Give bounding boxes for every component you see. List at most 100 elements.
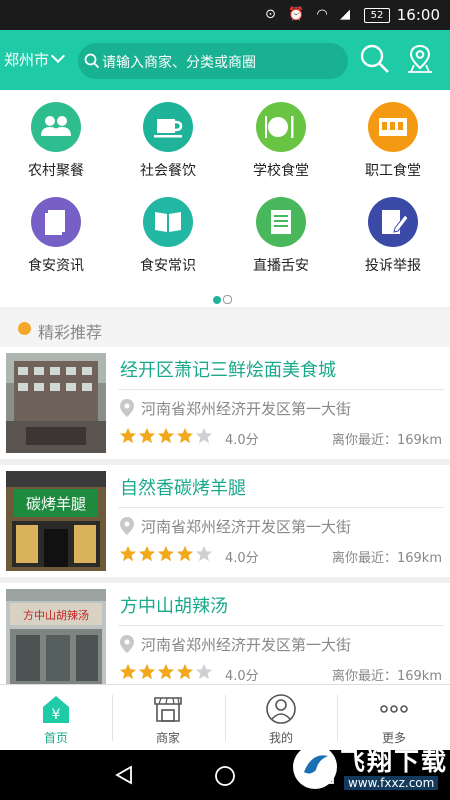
category-label: 职工食堂 xyxy=(365,163,421,179)
clock: 16:00 xyxy=(396,6,440,24)
category-rural-dining[interactable]: 农村聚餐 xyxy=(0,102,112,180)
distance: 离你最近：169km xyxy=(331,551,442,566)
category-school-canteen[interactable]: 学校食堂 xyxy=(225,102,337,180)
listing-item[interactable]: 方中山胡辣汤 方中山胡辣汤 河南省郑州经济开发区第一大街 4.0分 离你最近：1… xyxy=(0,583,450,684)
listing-name: 经开区萧记三鲜烩面美食城 xyxy=(120,360,336,381)
star-rating xyxy=(119,663,214,685)
cup-icon xyxy=(143,102,193,152)
watermark-logo-icon xyxy=(293,745,337,789)
star-filled-icon xyxy=(176,545,194,562)
tab-label: 首页 xyxy=(43,731,68,745)
category-label: 农村聚餐 xyxy=(28,163,84,179)
svg-text:¥: ¥ xyxy=(52,707,61,723)
chevron-down-icon xyxy=(50,48,66,64)
search-input[interactable]: 请输入商家、分类或商圈 xyxy=(78,43,348,79)
star-filled-icon xyxy=(119,663,137,680)
star-filled-icon xyxy=(138,545,156,562)
location-pin-icon xyxy=(120,517,134,535)
user-icon xyxy=(266,694,296,724)
listing-name: 自然香碳烤羊腿 xyxy=(120,478,246,499)
watermark: 飞翔下载 www.fxxz.com xyxy=(290,738,450,800)
address-text: 河南省郑州经济开发区第一大街 xyxy=(141,400,352,418)
divider xyxy=(118,389,444,390)
category-label: 社会餐饮 xyxy=(140,163,196,179)
rating-score: 4.0分 xyxy=(225,669,259,684)
search-icon xyxy=(84,53,100,69)
divider xyxy=(118,507,444,508)
star-filled-icon xyxy=(119,427,137,444)
storefront-image xyxy=(6,353,106,453)
category-label: 学校食堂 xyxy=(253,163,309,179)
sign-text: 碳烤羊腿 xyxy=(26,495,86,513)
section-title: 精彩推荐 xyxy=(38,323,103,342)
watermark-url: www.fxxz.com xyxy=(344,776,439,790)
home-button[interactable] xyxy=(214,765,236,787)
people-icon xyxy=(31,102,81,152)
star-filled-icon xyxy=(157,545,175,562)
star-filled-icon xyxy=(157,663,175,680)
tab-home[interactable]: ¥ 首页 xyxy=(0,685,112,751)
category-grid: 农村聚餐 社会餐饮 学校食堂 职工食堂 食安资讯 食安常识 直播舌安 投诉举报 xyxy=(0,90,450,307)
star-rating xyxy=(119,545,214,567)
status-bar: ⊙ ⏰ ◠ ◢ 52 16:00 xyxy=(0,0,450,30)
category-social-dining[interactable]: 社会餐饮 xyxy=(112,102,224,180)
list-icon xyxy=(256,197,306,247)
home-icon: ¥ xyxy=(43,696,69,723)
search-button[interactable] xyxy=(358,42,392,76)
section-header: 精彩推荐 xyxy=(0,311,450,347)
listing-item[interactable]: 经开区萧记三鲜烩面美食城 河南省郑州经济开发区第一大街 4.0分 离你最近：16… xyxy=(0,347,450,459)
listing-address: 河南省郑州经济开发区第一大街 xyxy=(120,516,351,537)
location-pin-icon xyxy=(120,635,134,653)
category-live-broadcast[interactable]: 直播舌安 xyxy=(225,197,337,275)
distance: 离你最近：169km xyxy=(331,669,442,684)
listing-address: 河南省郑州经济开发区第一大街 xyxy=(120,634,351,655)
listing-item[interactable]: 碳烤羊腿 自然香碳烤羊腿 河南省郑州经济开发区第一大街 4.0分 离你最近：16… xyxy=(0,465,450,577)
page-indicator xyxy=(213,289,234,308)
back-button[interactable] xyxy=(114,765,134,785)
category-label: 投诉举报 xyxy=(365,258,421,274)
watermark-text: 飞翔下载 xyxy=(340,747,449,776)
star-empty-icon xyxy=(195,545,213,562)
page-dot-active xyxy=(213,296,221,304)
category-food-safety-knowledge[interactable]: 食安常识 xyxy=(112,197,224,275)
star-rating xyxy=(119,427,214,449)
more-icon xyxy=(380,705,408,713)
address-text: 河南省郑州经济开发区第一大街 xyxy=(141,636,352,654)
storefront-image: 碳烤羊腿 xyxy=(6,471,106,571)
listing-address: 河南省郑州经济开发区第一大街 xyxy=(120,398,351,419)
star-filled-icon xyxy=(176,427,194,444)
top-header: 郑州市 请输入商家、分类或商圈 xyxy=(0,30,450,90)
canteen-icon xyxy=(368,102,418,152)
search-placeholder: 请输入商家、分类或商圈 xyxy=(102,55,256,71)
report-icon xyxy=(368,197,418,247)
battery-icon: 52 xyxy=(364,8,390,23)
star-filled-icon xyxy=(138,663,156,680)
listing-name: 方中山胡辣汤 xyxy=(120,596,228,617)
category-staff-canteen[interactable]: 职工食堂 xyxy=(337,102,449,180)
category-label: 直播舌安 xyxy=(253,258,309,274)
status-icons: ⊙ ⏰ ◠ ◢ xyxy=(265,7,354,22)
location-button[interactable] xyxy=(403,42,437,76)
rating-score: 4.0分 xyxy=(225,433,259,448)
city-selector[interactable]: 郑州市 xyxy=(4,48,66,70)
location-pin-icon xyxy=(120,399,134,417)
document-icon xyxy=(31,197,81,247)
tab-label: 商家 xyxy=(155,731,180,745)
plate-icon xyxy=(256,102,306,152)
book-icon xyxy=(143,197,193,247)
star-filled-icon xyxy=(157,427,175,444)
distance: 离你最近：169km xyxy=(331,433,442,448)
category-label: 食安常识 xyxy=(140,258,196,274)
section-dot xyxy=(18,322,31,335)
star-empty-icon xyxy=(195,427,213,444)
divider xyxy=(118,625,444,626)
category-food-safety-news[interactable]: 食安资讯 xyxy=(0,197,112,275)
star-filled-icon xyxy=(119,545,137,562)
star-filled-icon xyxy=(176,663,194,680)
category-label: 食安资讯 xyxy=(28,258,84,274)
address-text: 河南省郑州经济开发区第一大街 xyxy=(141,518,352,536)
category-complaint-report[interactable]: 投诉举报 xyxy=(337,197,449,275)
tab-merchants[interactable]: 商家 xyxy=(112,685,224,751)
sign-text: 方中山胡辣汤 xyxy=(23,608,89,622)
star-empty-icon xyxy=(195,663,213,680)
